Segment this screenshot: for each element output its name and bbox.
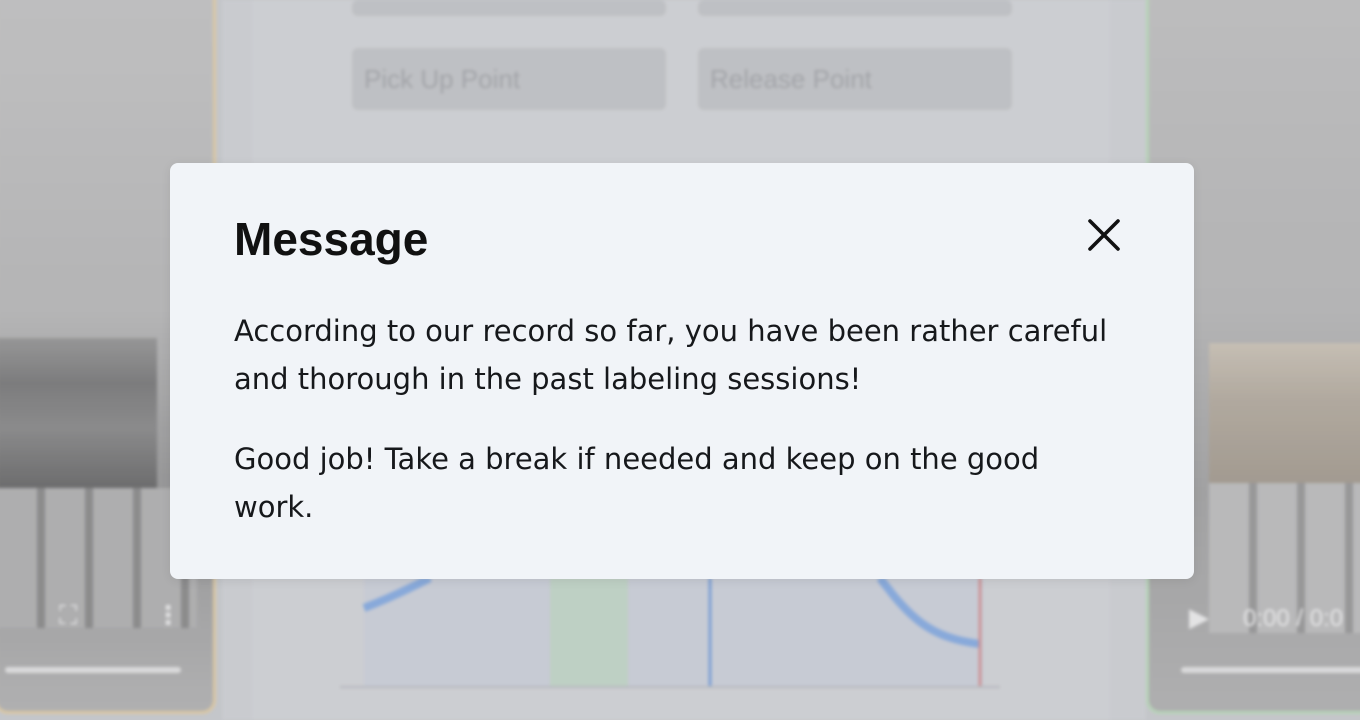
dialog-title: Message <box>234 213 429 265</box>
close-button[interactable] <box>1080 211 1128 259</box>
close-icon[interactable] <box>1087 218 1121 252</box>
app-screen: ⛶ ⋮ Pick Up Point Release Point ▶ 0:00 /… <box>0 0 1360 720</box>
message-dialog: Message According to our record so far, … <box>170 163 1194 579</box>
dialog-message-paragraph: Good job! Take a break if needed and kee… <box>234 442 1040 524</box>
dialog-message-paragraph: According to our record so far, you have… <box>234 314 1108 396</box>
